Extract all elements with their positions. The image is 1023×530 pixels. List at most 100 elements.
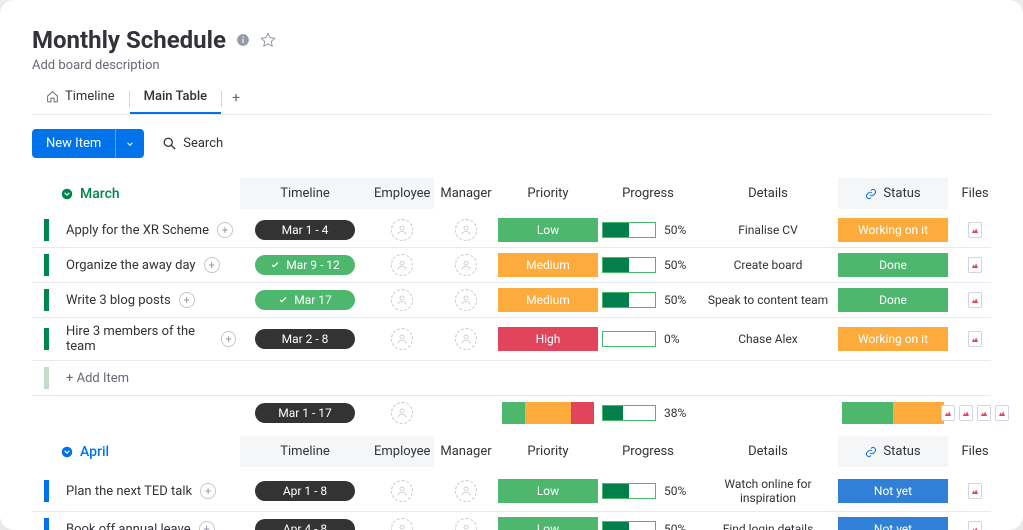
col-employee[interactable]: Employee: [370, 178, 434, 209]
info-icon[interactable]: [236, 33, 250, 47]
priority-cell[interactable]: High: [498, 327, 598, 351]
timeline-chip[interactable]: Apr 4 - 8: [255, 519, 355, 530]
table-row[interactable]: Hire 3 members of the team + Mar 2 - 8 High…: [32, 318, 991, 361]
status-cell[interactable]: Done: [838, 288, 948, 312]
status-cell[interactable]: Not yet: [838, 479, 948, 503]
search-button[interactable]: Search: [162, 136, 223, 151]
file-icon[interactable]: [968, 257, 982, 273]
star-icon[interactable]: [260, 32, 276, 48]
details-cell[interactable]: Finalise CV: [738, 223, 798, 237]
add-tab-button[interactable]: +: [222, 84, 250, 114]
status-cell[interactable]: Working on it: [838, 327, 948, 351]
employee-avatar[interactable]: [391, 289, 413, 311]
summary-files-march[interactable]: [941, 405, 1009, 421]
priority-cell[interactable]: Low: [498, 479, 598, 503]
add-subitem-icon[interactable]: +: [199, 521, 215, 530]
status-cell[interactable]: Done: [838, 253, 948, 277]
priority-cell[interactable]: Medium: [498, 288, 598, 312]
col-details[interactable]: Details: [698, 436, 838, 467]
add-subitem-icon[interactable]: +: [217, 222, 233, 238]
file-icon[interactable]: [968, 222, 982, 238]
file-icon[interactable]: [968, 292, 982, 308]
details-cell[interactable]: Create board: [734, 258, 803, 272]
manager-avatar[interactable]: [455, 518, 477, 530]
timeline-chip[interactable]: Mar 17: [255, 290, 355, 310]
table-row[interactable]: Plan the next TED talk+Apr 1 - 8Low50%Wa…: [32, 471, 991, 512]
group-toggle-march[interactable]: March: [60, 186, 240, 202]
timeline-chip[interactable]: Mar 1 - 4: [255, 220, 355, 240]
add-subitem-icon[interactable]: +: [200, 483, 216, 499]
file-icon[interactable]: [995, 405, 1009, 421]
details-cell[interactable]: Speak to content team: [708, 293, 828, 307]
task-name[interactable]: Plan the next TED talk: [66, 484, 192, 499]
col-progress[interactable]: Progress: [598, 178, 698, 209]
col-files[interactable]: Files: [948, 178, 1002, 209]
col-manager[interactable]: Manager: [434, 178, 498, 209]
details-cell[interactable]: Chase Alex: [738, 332, 798, 346]
employee-avatar[interactable]: [391, 328, 413, 350]
file-icon[interactable]: [977, 405, 991, 421]
progress-bar[interactable]: [602, 483, 656, 499]
file-icon[interactable]: [968, 521, 982, 530]
task-name[interactable]: Book off annual leave: [66, 522, 191, 530]
progress-bar[interactable]: [602, 257, 656, 273]
priority-cell[interactable]: Low: [498, 218, 598, 242]
file-icon[interactable]: [968, 331, 982, 347]
board-description[interactable]: Add board description: [32, 58, 991, 73]
employee-avatar[interactable]: [391, 518, 413, 530]
file-icon[interactable]: [941, 405, 955, 421]
task-name[interactable]: Write 3 blog posts: [66, 293, 171, 308]
progress-bar[interactable]: [602, 292, 656, 308]
status-cell[interactable]: Not yet: [838, 517, 948, 530]
task-name[interactable]: Hire 3 members of the team: [66, 324, 213, 354]
col-files[interactable]: Files: [948, 436, 1002, 467]
manager-avatar[interactable]: [455, 254, 477, 276]
col-timeline[interactable]: Timeline: [240, 178, 370, 209]
progress-bar[interactable]: [602, 222, 656, 238]
priority-cell[interactable]: Medium: [498, 253, 598, 277]
employee-avatar[interactable]: [391, 219, 413, 241]
manager-avatar[interactable]: [455, 219, 477, 241]
col-timeline[interactable]: Timeline: [240, 436, 370, 467]
new-item-button[interactable]: New Item: [32, 129, 115, 158]
timeline-chip[interactable]: Apr 1 - 8: [255, 481, 355, 501]
manager-avatar[interactable]: [455, 328, 477, 350]
add-subitem-icon[interactable]: +: [179, 292, 195, 308]
col-details[interactable]: Details: [698, 178, 838, 209]
manager-avatar[interactable]: [455, 289, 477, 311]
details-cell[interactable]: Watch online for inspiration: [702, 477, 834, 505]
table-row[interactable]: Apply for the XR Scheme+Mar 1 - 4Low50%F…: [32, 213, 991, 248]
manager-avatar[interactable]: [455, 480, 477, 502]
timeline-chip[interactable]: Mar 9 - 12: [255, 255, 355, 275]
add-subitem-icon[interactable]: +: [221, 331, 236, 347]
file-icon[interactable]: [959, 405, 973, 421]
table-row[interactable]: Book off annual leave+Apr 4 - 8Low50%Fin…: [32, 512, 991, 530]
col-manager[interactable]: Manager: [434, 436, 498, 467]
summary-employee-march[interactable]: [391, 402, 413, 424]
timeline-chip[interactable]: Mar 2 - 8: [255, 329, 355, 349]
tab-main-table[interactable]: Main Table: [130, 83, 222, 114]
col-status[interactable]: Status: [838, 178, 948, 209]
tab-timeline[interactable]: Timeline: [32, 83, 129, 114]
progress-bar[interactable]: [602, 331, 656, 347]
col-employee[interactable]: Employee: [370, 436, 434, 467]
col-priority[interactable]: Priority: [498, 178, 598, 209]
file-icon[interactable]: [968, 483, 982, 499]
status-cell[interactable]: Working on it: [838, 218, 948, 242]
priority-cell[interactable]: Low: [498, 517, 598, 530]
col-status[interactable]: Status: [838, 436, 948, 467]
employee-avatar[interactable]: [391, 480, 413, 502]
col-progress[interactable]: Progress: [598, 436, 698, 467]
add-subitem-icon[interactable]: +: [204, 257, 220, 273]
details-cell[interactable]: Find login details: [723, 522, 814, 530]
new-item-dropdown[interactable]: [115, 129, 144, 158]
group-toggle-april[interactable]: April: [60, 444, 240, 460]
employee-avatar[interactable]: [391, 254, 413, 276]
progress-bar[interactable]: [602, 521, 656, 530]
add-item-march[interactable]: + Add Item: [60, 363, 1002, 394]
task-name[interactable]: Apply for the XR Scheme: [66, 223, 209, 238]
col-priority[interactable]: Priority: [498, 436, 598, 467]
table-row[interactable]: Write 3 blog posts+Mar 17Medium50%Speak …: [32, 283, 991, 318]
task-name[interactable]: Organize the away day: [66, 258, 196, 273]
table-row[interactable]: Organize the away day+Mar 9 - 12Medium50…: [32, 248, 991, 283]
